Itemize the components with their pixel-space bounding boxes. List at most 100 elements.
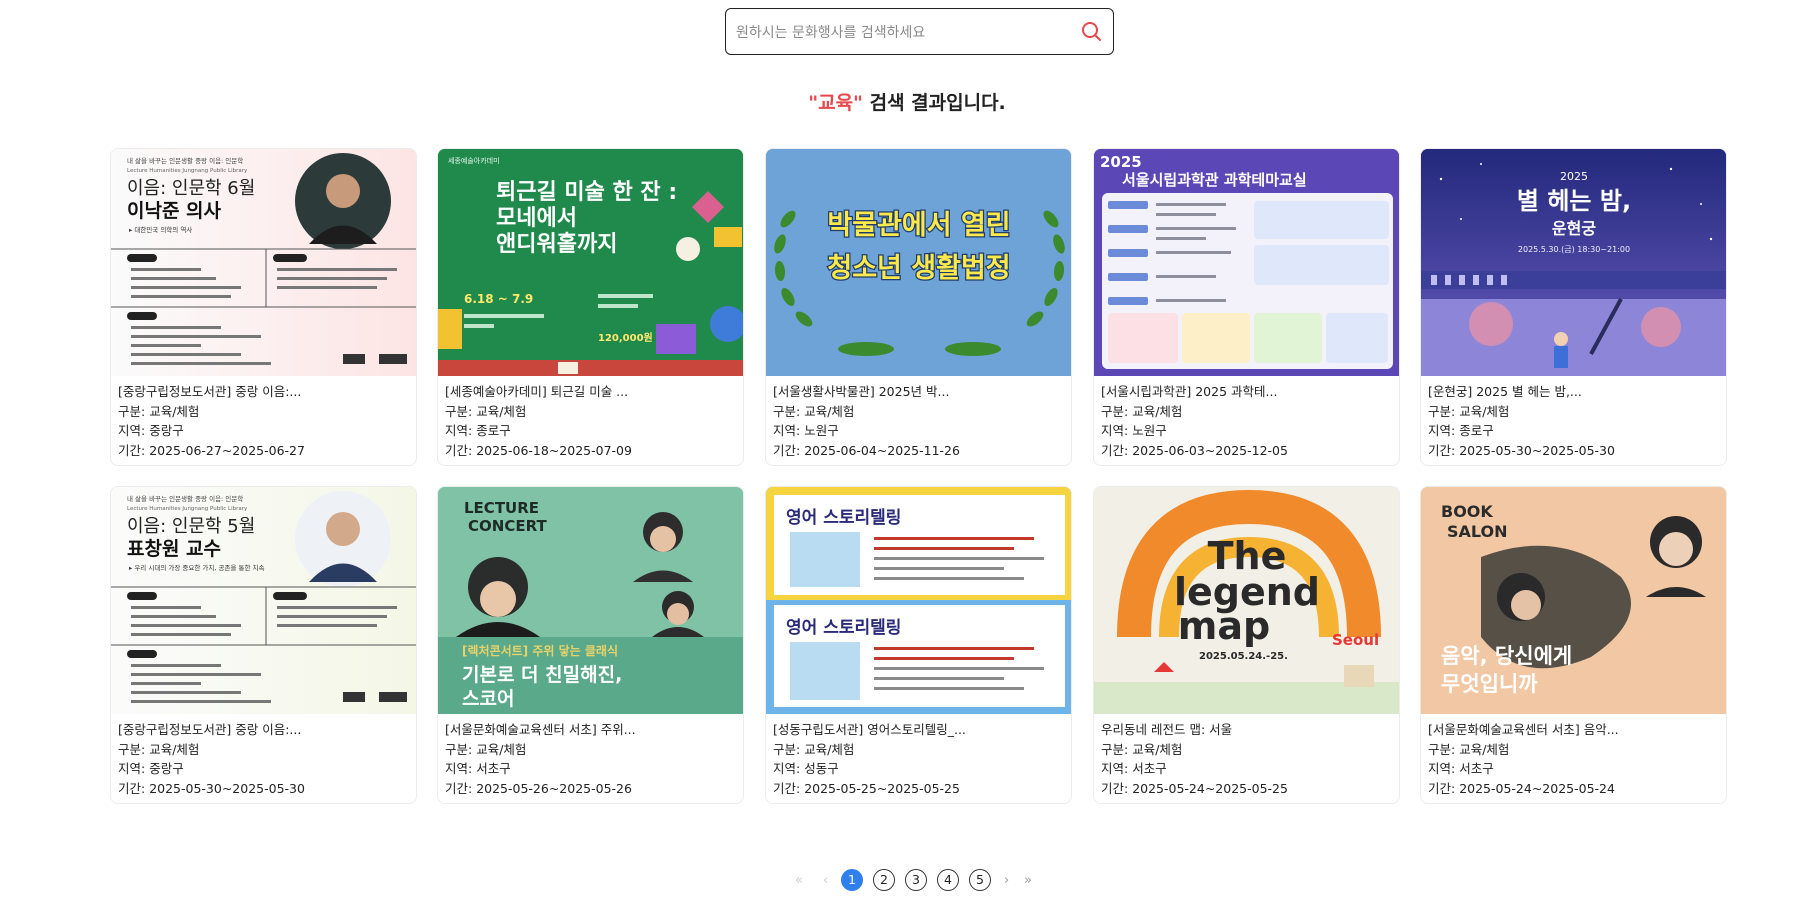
event-region: 노원구 [804, 423, 839, 439]
prev-page-button[interactable]: ‹ [823, 873, 828, 888]
event-region-row: 지역: 서초구 [445, 759, 736, 779]
event-card[interactable]: 박물관에서 열린 청소년 생활법정 [서울생활사박물관] 2025년 박... … [765, 148, 1072, 466]
event-period-row: 기간: 2025-06-04~2025-11-26 [773, 441, 1064, 461]
event-card[interactable]: 내 삶을 바꾸는 인문생활 중랑 이음: 인문학 Lecture Humanit… [110, 148, 417, 466]
event-poster: The legend map Seoul 2025.05.24.-25. [1094, 487, 1399, 714]
last-page-button[interactable]: » [1024, 873, 1032, 888]
event-info: 우리동네 레전드 맵: 서울 구분: 교육/체험 지역: 서초구 기간: 202… [1094, 714, 1399, 798]
page-button-2[interactable]: 2 [873, 869, 895, 891]
event-info: [서울생활사박물관] 2025년 박... 구분: 교육/체험 지역: 노원구 … [766, 376, 1071, 460]
region-label: 지역: [1428, 761, 1460, 777]
period-label: 기간: [1101, 442, 1133, 458]
event-category-row: 구분: 교육/체험 [1428, 740, 1719, 760]
event-title: [중랑구립정보도서관] 중랑 이음:... [118, 384, 302, 399]
first-page-button[interactable]: « [795, 873, 803, 888]
event-period: 2025-05-30~2025-05-30 [149, 780, 305, 796]
search-input[interactable] [734, 17, 1058, 49]
event-title: 우리동네 레전드 맵: 서울 [1101, 722, 1233, 737]
next-page-button[interactable]: › [1004, 873, 1009, 888]
event-category-row: 구분: 교육/체험 [118, 740, 409, 760]
page-button-5[interactable]: 5 [969, 869, 991, 891]
event-info: [중랑구립정보도서관] 중랑 이음:... 구분: 교육/체험 지역: 중랑구 … [111, 376, 416, 460]
event-period: 2025-05-26~2025-05-26 [476, 780, 632, 796]
event-period: 2025-06-27~2025-06-27 [149, 442, 305, 458]
poster-line2: 영어 스토리텔링 [786, 618, 901, 638]
region-label: 지역: [773, 423, 805, 439]
event-period: 2025-06-03~2025-12-05 [1132, 442, 1288, 458]
poster-line1: 별 헤는 밤, [1517, 187, 1631, 215]
event-poster: BOOK SALON 음악, 당신에게 무엇입니까 [1421, 487, 1726, 714]
page-button-3[interactable]: 3 [905, 869, 927, 891]
event-region-row: 지역: 중랑구 [118, 759, 409, 779]
event-card[interactable]: 2025 서울시립과학관 과학테마교실 [서울시립과학관] 2025 과학테..… [1093, 148, 1400, 466]
poster-line2: 모네에서 [496, 206, 577, 231]
event-info: [서울문화예술교육센터 서초] 음악... 구분: 교육/체험 지역: 서초구 … [1421, 714, 1726, 798]
event-info: [서울문화예술교육센터 서초] 주위... 구분: 교육/체험 지역: 서초구 … [438, 714, 743, 798]
region-label: 지역: [445, 423, 477, 439]
event-period-row: 기간: 2025-05-24~2025-05-25 [1101, 779, 1392, 799]
event-category: 교육/체험 [149, 403, 200, 419]
period-label: 기간: [445, 780, 477, 796]
poster-tag2: CONCERT [468, 517, 547, 535]
event-region-row: 지역: 종로구 [1428, 421, 1719, 441]
event-poster: 세종예술아카데미 퇴근길 미술 한 잔 : 모네에서 앤디워홀까지 6.18 ~… [438, 149, 743, 376]
event-poster: 내 삶을 바꾸는 인문생활 중랑 이음: 인문학 Lecture Humanit… [111, 487, 416, 714]
pagination: « ‹ 1 2 3 4 5 › » [0, 869, 1814, 895]
event-period: 2025-06-18~2025-07-09 [476, 442, 632, 458]
poster-line1: 서울시립과학관 과학테마교실 [1122, 171, 1307, 189]
page-button-4[interactable]: 4 [937, 869, 959, 891]
poster-desc: ▸ 대한민국 의학의 역사 [129, 225, 192, 234]
page-button-1[interactable]: 1 [841, 869, 863, 891]
event-card[interactable]: 2025 별 헤는 밤, 운현궁 2025.5.30.(금) 18:30~21:… [1420, 148, 1727, 466]
event-period-row: 기간: 2025-05-30~2025-05-30 [118, 779, 409, 799]
event-card[interactable]: LECTURE CONCERT [렉처콘서트] 주위 닿는 클래식 기본로 더 … [437, 486, 744, 804]
event-title: [운현궁] 2025 별 헤는 밤,... [1428, 384, 1582, 399]
event-region-row: 지역: 노원구 [1101, 421, 1392, 441]
event-card[interactable]: 내 삶을 바꾸는 인문생활 중랑 이음: 인문학 Lecture Humanit… [110, 486, 417, 804]
poster-headline: 이음: 인문학 5월 [127, 516, 255, 537]
search-bar [725, 8, 1114, 55]
event-card[interactable]: 영어 스토리텔링 영어 스토리텔링 [성동구립도서관] 영어스토리텔링_... … [765, 486, 1072, 804]
event-card[interactable]: BOOK SALON 음악, 당신에게 무엇입니까 [서울문화예술교육센터 서초… [1420, 486, 1727, 804]
event-category: 교육/체험 [804, 403, 855, 419]
event-region: 성동구 [804, 761, 839, 777]
event-category: 교육/체험 [1132, 741, 1183, 757]
period-label: 기간: [1428, 780, 1460, 796]
poster-fee: 120,000원 [598, 331, 653, 344]
event-poster: 내 삶을 바꾸는 인문생활 중랑 이음: 인문학 Lecture Humanit… [111, 149, 416, 376]
poster-headline: 이음: 인문학 6월 [127, 178, 255, 199]
period-label: 기간: [118, 442, 150, 458]
period-label: 기간: [773, 442, 805, 458]
period-label: 기간: [118, 780, 150, 796]
search-icon[interactable] [1079, 19, 1105, 45]
poster-date: 2025.05.24.-25. [1199, 651, 1288, 662]
event-category-row: 구분: 교육/체험 [773, 740, 1064, 760]
event-period-row: 기간: 2025-05-30~2025-05-30 [1428, 441, 1719, 461]
event-region: 종로구 [1459, 423, 1494, 439]
event-period-row: 기간: 2025-06-18~2025-07-09 [445, 441, 736, 461]
event-title: [서울생활사박물관] 2025년 박... [773, 384, 950, 399]
region-label: 지역: [445, 761, 477, 777]
category-label: 구분: [773, 403, 805, 419]
poster-city: Seoul [1332, 631, 1379, 649]
event-region-row: 지역: 중랑구 [118, 421, 409, 441]
event-region: 서초구 [1459, 761, 1494, 777]
event-title: [서울시립과학관] 2025 과학테... [1101, 384, 1278, 399]
event-category-row: 구분: 교육/체험 [773, 402, 1064, 422]
event-poster: 영어 스토리텔링 영어 스토리텔링 [766, 487, 1071, 714]
event-card[interactable]: 세종예술아카데미 퇴근길 미술 한 잔 : 모네에서 앤디워홀까지 6.18 ~… [437, 148, 744, 466]
event-info: [성동구립도서관] 영어스토리텔링_... 구분: 교육/체험 지역: 성동구 … [766, 714, 1071, 798]
poster-line3: 스코어 [462, 688, 514, 710]
event-category: 교육/체험 [476, 403, 527, 419]
event-period-row: 기간: 2025-06-03~2025-12-05 [1101, 441, 1392, 461]
poster-sub-text: Lecture Humanities Jungnang Public Libra… [127, 506, 248, 512]
search-keyword: "교육" [808, 92, 863, 114]
event-period: 2025-05-25~2025-05-25 [804, 780, 960, 796]
event-region: 중랑구 [149, 761, 184, 777]
event-category: 교육/체험 [476, 741, 527, 757]
event-info: [운현궁] 2025 별 헤는 밤,... 구분: 교육/체험 지역: 종로구 … [1421, 376, 1726, 460]
event-card[interactable]: The legend map Seoul 2025.05.24.-25. 우리동… [1093, 486, 1400, 804]
category-label: 구분: [773, 741, 805, 757]
poster-line1: 영어 스토리텔링 [786, 508, 901, 528]
region-label: 지역: [118, 761, 150, 777]
